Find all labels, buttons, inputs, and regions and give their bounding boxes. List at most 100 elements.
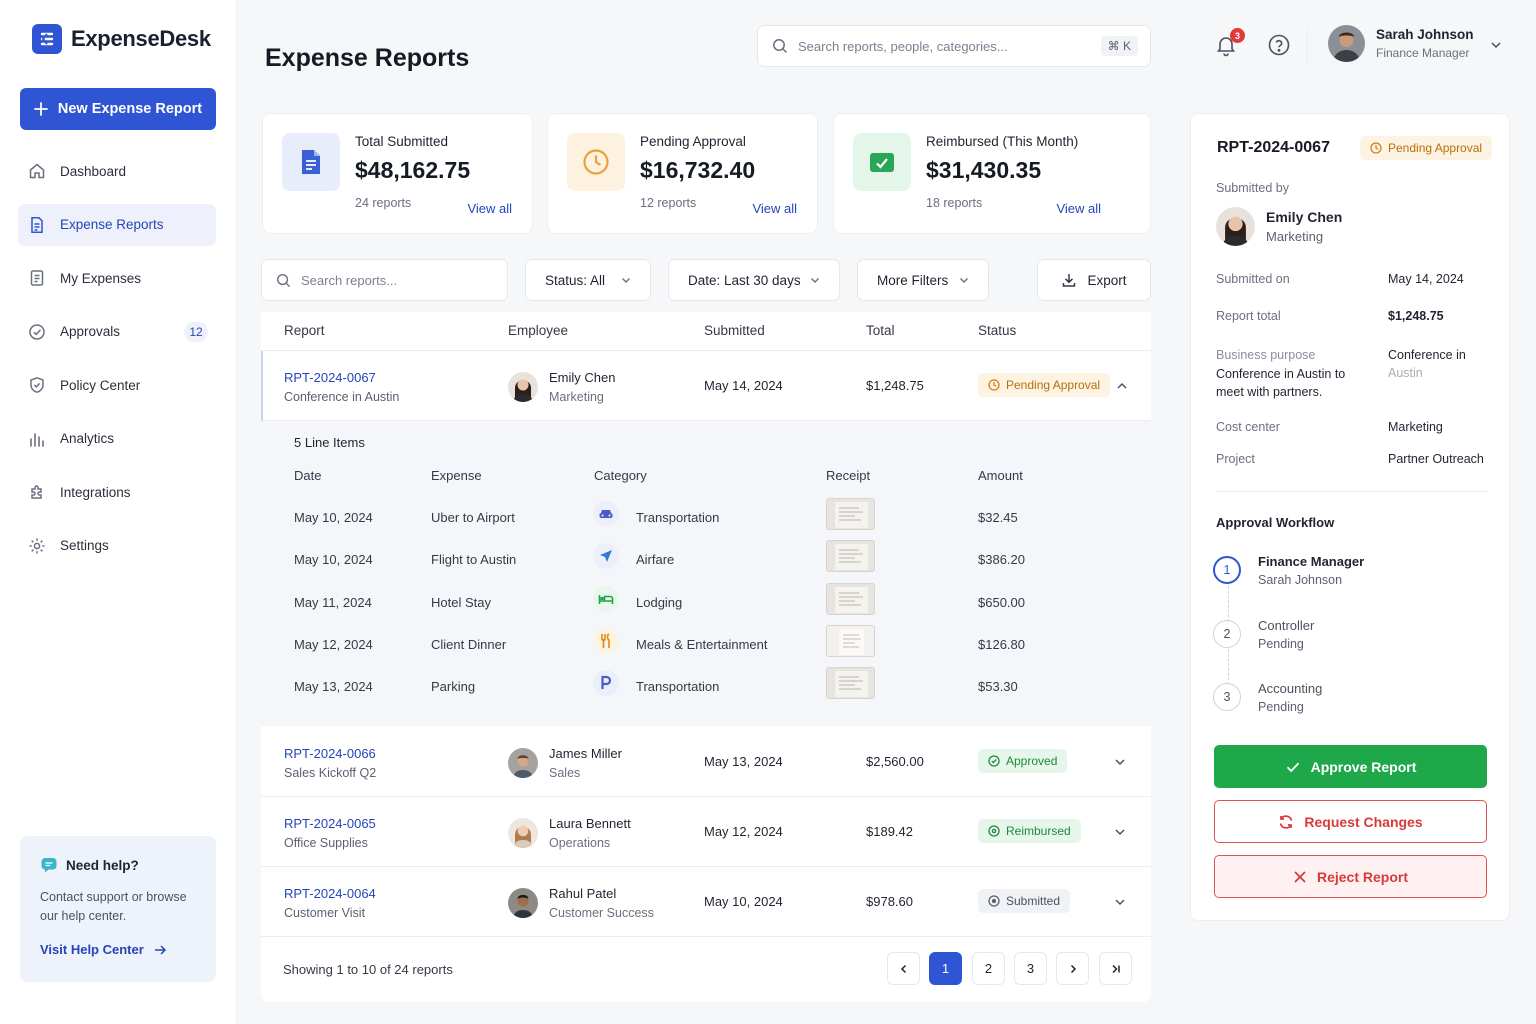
sidebar-item-settings[interactable]: Settings xyxy=(18,525,216,567)
column-header-total[interactable]: Total xyxy=(866,323,895,338)
sidebar-item-my-expenses[interactable]: My Expenses xyxy=(18,257,216,299)
logo[interactable]: ExpenseDesk xyxy=(32,24,211,54)
line-item-row[interactable]: May 10, 2024 Flight to Austin Airfare $3… xyxy=(261,539,1151,581)
prev-page-button[interactable] xyxy=(887,952,920,985)
employee-dept: Customer Success xyxy=(549,906,654,920)
notifications-button[interactable]: 3 xyxy=(1214,28,1245,57)
approvals-count-badge: 12 xyxy=(184,321,208,342)
receipt-thumbnail[interactable] xyxy=(826,540,875,572)
sidebar-item-policy-center[interactable]: Policy Center xyxy=(18,364,216,406)
page-button-3[interactable]: 3 xyxy=(1014,952,1047,985)
status-filter-dropdown[interactable]: Status: All xyxy=(525,259,651,301)
line-category: Transportation xyxy=(636,679,720,694)
sidebar-item-dashboard[interactable]: Dashboard xyxy=(18,150,216,192)
reject-report-button[interactable]: Reject Report xyxy=(1214,855,1487,898)
new-expense-report-button[interactable]: New Expense Report xyxy=(20,88,216,130)
step-name: Controller xyxy=(1258,618,1315,633)
report-title: Conference in Austin xyxy=(284,390,400,404)
sidebar-item-label: Integrations xyxy=(60,484,131,500)
column-header-report[interactable]: Report xyxy=(284,323,325,338)
column-header-status[interactable]: Status xyxy=(978,323,1016,338)
field-label: Business purpose xyxy=(1216,348,1316,362)
table-row[interactable]: RPT-2024-0065 Office Supplies Laura Benn… xyxy=(261,797,1151,867)
line-date: May 10, 2024 xyxy=(294,510,373,525)
sidebar: ExpenseDesk New Expense Report Dashboard… xyxy=(0,0,237,1024)
line-item-row[interactable]: May 10, 2024 Uber to Airport Transportat… xyxy=(261,497,1151,539)
employee-name: Emily Chen xyxy=(549,370,616,385)
plane-icon xyxy=(593,543,619,569)
stat-value: $48,162.75 xyxy=(355,157,471,183)
stat-label: Total Submitted xyxy=(355,134,449,149)
submitted-by-label: Submitted by xyxy=(1216,181,1289,195)
table-row[interactable]: RPT-2024-0066 Sales Kickoff Q2 James Mil… xyxy=(261,727,1151,797)
employee-name: Laura Bennett xyxy=(549,816,631,831)
document-icon xyxy=(282,133,340,191)
chevron-up-icon[interactable] xyxy=(1115,379,1129,393)
sidebar-item-analytics[interactable]: Analytics xyxy=(18,418,216,460)
stat-sub: 12 reports xyxy=(640,196,697,210)
view-all-link[interactable]: View all xyxy=(1056,201,1101,216)
table-row[interactable]: RPT-2024-0067 Conference in Austin Emily… xyxy=(261,351,1151,421)
receipt-thumbnail[interactable] xyxy=(826,625,875,657)
export-label: Export xyxy=(1087,272,1127,288)
workflow-step: 1 Finance Manager Sarah Johnson xyxy=(1213,554,1493,604)
request-changes-button[interactable]: Request Changes xyxy=(1214,800,1487,843)
page-button-2[interactable]: 2 xyxy=(972,952,1005,985)
help-text: Contact support or browse our help cente… xyxy=(40,890,187,923)
shortcut-hint: ⌘ K xyxy=(1100,36,1138,56)
approve-label: Approve Report xyxy=(1310,758,1417,775)
field-value: $1,248.75 xyxy=(1388,309,1444,323)
export-button[interactable]: Export xyxy=(1037,259,1151,301)
sidebar-item-approvals[interactable]: Approvals 12 xyxy=(18,311,216,353)
column-header-submitted[interactable]: Submitted xyxy=(704,323,765,338)
panel-divider xyxy=(1216,491,1488,492)
receipt-thumbnail[interactable] xyxy=(826,667,875,699)
user-menu[interactable]: Sarah Johnson Finance Manager xyxy=(1328,25,1474,62)
sidebar-item-label: Settings xyxy=(60,538,109,553)
report-search[interactable] xyxy=(261,259,508,301)
table-row[interactable]: RPT-2024-0064 Customer Visit Rahul Patel… xyxy=(261,867,1151,937)
line-item-row[interactable]: May 11, 2024 Hotel Stay Lodging $650.00 xyxy=(261,582,1151,624)
page-button-1[interactable]: 1 xyxy=(929,952,962,985)
line-item-row[interactable]: May 12, 2024 Client Dinner Meals & Enter… xyxy=(261,624,1151,666)
chevron-down-icon[interactable] xyxy=(1113,825,1127,839)
last-page-button[interactable] xyxy=(1099,952,1132,985)
global-search[interactable]: ⌘ K xyxy=(757,25,1151,67)
line-header-category: Category xyxy=(594,468,647,483)
chevron-down-icon[interactable] xyxy=(1113,755,1127,769)
sidebar-item-integrations[interactable]: Integrations xyxy=(18,471,216,513)
report-search-input[interactable] xyxy=(301,272,493,288)
view-all-link[interactable]: View all xyxy=(752,201,797,216)
field-value: Conference in xyxy=(1388,348,1466,362)
receipt-thumbnail[interactable] xyxy=(826,583,875,615)
sidebar-item-label: Dashboard xyxy=(60,163,127,179)
line-date: May 10, 2024 xyxy=(294,552,373,567)
global-search-input[interactable] xyxy=(798,38,1091,54)
column-header-employee[interactable]: Employee xyxy=(508,323,568,338)
chevron-down-icon[interactable] xyxy=(1489,38,1503,52)
visit-help-center-link[interactable]: Visit Help Center xyxy=(40,942,196,957)
utensils-icon xyxy=(593,628,619,654)
report-id-link[interactable]: RPT-2024-0067 xyxy=(284,370,399,385)
sidebar-item-expense-reports[interactable]: Expense Reports xyxy=(18,203,216,246)
report-id-link[interactable]: RPT-2024-0066 xyxy=(284,746,376,761)
step-status: Pending xyxy=(1258,700,1304,714)
status-badge: Pending Approval xyxy=(1360,136,1493,160)
avatar xyxy=(1216,207,1255,246)
approve-report-button[interactable]: Approve Report xyxy=(1214,745,1487,788)
help-button[interactable] xyxy=(1267,33,1291,57)
report-id-link[interactable]: RPT-2024-0065 xyxy=(284,816,376,831)
report-detail-panel: RPT-2024-0067 Pending Approval Submitted… xyxy=(1190,113,1510,921)
check-circle-icon xyxy=(27,322,47,342)
receipt-thumbnail[interactable] xyxy=(826,498,875,530)
date-filter-dropdown[interactable]: Date: Last 30 days xyxy=(668,259,840,301)
line-header-amount: Amount xyxy=(978,468,1023,483)
line-item-row[interactable]: May 13, 2024 Parking Transportation $53.… xyxy=(261,666,1151,708)
report-id-link[interactable]: RPT-2024-0064 xyxy=(284,886,376,901)
next-page-button[interactable] xyxy=(1056,952,1089,985)
line-amount: $650.00 xyxy=(978,595,1025,610)
more-filters-dropdown[interactable]: More Filters xyxy=(857,259,989,301)
status-filter-label: Status: All xyxy=(545,272,606,288)
view-all-link[interactable]: View all xyxy=(467,201,512,216)
chevron-down-icon[interactable] xyxy=(1113,895,1127,909)
